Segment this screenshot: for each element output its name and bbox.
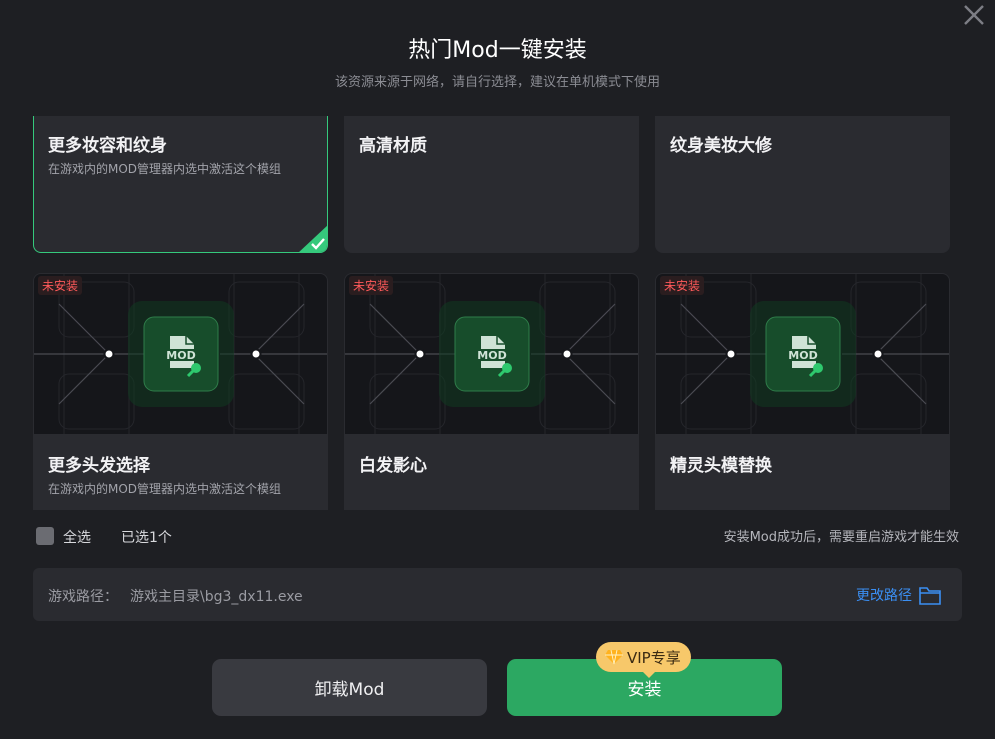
mod-illustration: MOD — [34, 274, 327, 434]
not-installed-badge: 未安装 — [349, 276, 394, 295]
mod-card-2[interactable]: MOD 高清材质 — [344, 116, 639, 253]
not-installed-badge: 未安装 — [660, 276, 705, 295]
mod-name: 纹身美妆大修 — [670, 136, 772, 156]
selected-check-icon — [299, 225, 327, 252]
path-value: 游戏主目录\bg3_dx11.exe — [130, 589, 303, 605]
path-label: 游戏路径： — [48, 589, 118, 605]
diamond-icon — [605, 649, 623, 665]
uninstall-mod-button[interactable]: 卸载Mod — [212, 659, 487, 716]
mod-list[interactable]: MOD 更多妆容和纹身 在游戏内的MOD管理器内选中激活这个模组 MOD 高清材… — [33, 116, 951, 510]
not-installed-badge: 未安装 — [38, 276, 83, 295]
folder-icon — [919, 587, 941, 605]
svg-text:MOD: MOD — [788, 349, 817, 362]
mod-thumbnail: MOD 未安装 — [345, 274, 638, 434]
mod-name: 白发影心 — [359, 456, 427, 476]
selected-count: 已选1个 — [121, 530, 172, 546]
select-all-label[interactable]: 全选 — [63, 527, 91, 547]
mod-thumbnail: MOD 未安装 — [34, 274, 327, 434]
dialog-title: 热门Mod一键安装 — [408, 38, 587, 63]
mod-card-5[interactable]: MOD 未安装 白发影心 — [344, 273, 639, 510]
mod-name: 精灵头模替换 — [670, 456, 772, 476]
mod-card-1[interactable]: MOD 更多妆容和纹身 在游戏内的MOD管理器内选中激活这个模组 — [33, 116, 328, 253]
mod-name: 高清材质 — [359, 136, 427, 156]
mod-card-4[interactable]: MOD 未安装 更多头发选择 在游戏内的MOD管理器内选中激活这个模组 — [33, 273, 328, 510]
change-path-button[interactable]: 更改路径 — [856, 581, 942, 609]
svg-text:MOD: MOD — [166, 349, 195, 362]
mod-description: 在游戏内的MOD管理器内选中激活这个模组 — [48, 162, 282, 176]
svg-text:MOD: MOD — [477, 349, 506, 362]
dialog-subtitle: 该资源来源于网络，请自行选择，建议在单机模式下使用 — [334, 75, 660, 90]
mod-card-6[interactable]: MOD 未安装 精灵头模替换 — [655, 273, 950, 510]
mod-illustration: MOD — [345, 274, 638, 434]
mod-thumbnail: MOD 未安装 — [656, 274, 949, 434]
change-path-label: 更改路径 — [856, 588, 912, 604]
vip-badge: VIP专享 — [596, 642, 691, 678]
mod-card-3[interactable]: MOD 纹身美妆大修 — [655, 116, 950, 253]
close-icon — [964, 5, 984, 25]
selection-bar: 全选 已选1个 安装Mod成功后，需要重启游戏才能生效 — [36, 524, 959, 548]
mod-name: 更多妆容和纹身 — [48, 136, 167, 156]
vip-badge-label: VIP专享 — [627, 648, 681, 667]
game-path-bar: 游戏路径： 游戏主目录\bg3_dx11.exe 更改路径 — [33, 568, 962, 621]
mod-name: 更多头发选择 — [48, 456, 150, 476]
mod-description: 在游戏内的MOD管理器内选中激活这个模组 — [48, 482, 282, 496]
mod-illustration: MOD — [656, 274, 949, 434]
restart-note: 安装Mod成功后，需要重启游戏才能生效 — [723, 530, 959, 545]
close-button[interactable] — [959, 0, 989, 30]
select-all-checkbox[interactable] — [36, 527, 54, 545]
